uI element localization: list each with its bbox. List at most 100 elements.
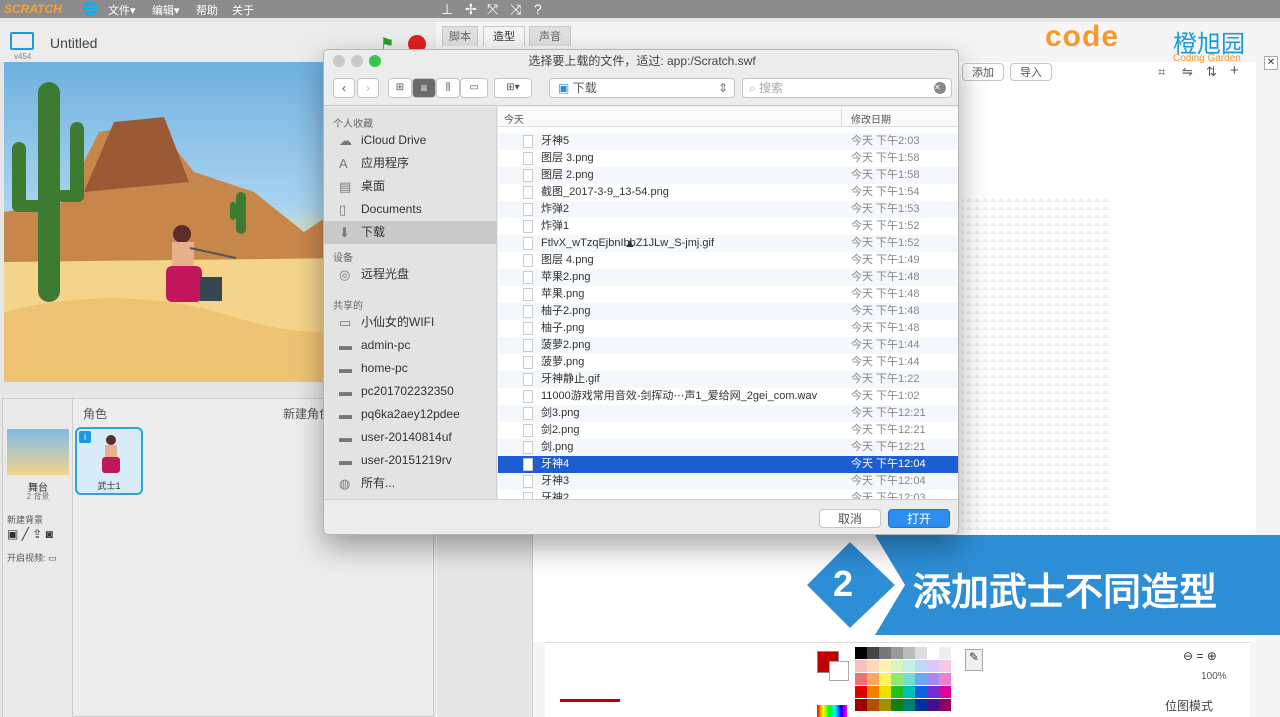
file-row[interactable]: 截图_2017-3-9_13-54.png 今天 下午1:54 bbox=[498, 184, 958, 201]
file-row[interactable]: 牙神静止.gif 今天 下午1:22 bbox=[498, 371, 958, 388]
date-column-header[interactable]: 修改日期 bbox=[851, 111, 891, 126]
info-icon[interactable]: i bbox=[79, 431, 91, 443]
color-swatch[interactable] bbox=[939, 660, 951, 672]
color-swatch[interactable] bbox=[867, 673, 879, 685]
video-toggle[interactable]: 开启视频: ▭ bbox=[7, 551, 57, 564]
color-swatch[interactable] bbox=[939, 686, 951, 698]
zoom-out-icon[interactable]: ⊖ bbox=[1183, 649, 1193, 663]
sidebar-item-documents[interactable]: ▯ Documents bbox=[324, 198, 497, 221]
color-swatch[interactable] bbox=[891, 647, 903, 659]
tab-sounds[interactable]: 声音 bbox=[529, 26, 571, 46]
backdrop-library-icon[interactable]: ▣ bbox=[7, 527, 18, 541]
sidebar-item-shared[interactable]: ▬ home-pc bbox=[324, 357, 497, 380]
color-swatch[interactable] bbox=[927, 673, 939, 685]
file-row[interactable]: 剑.png 今天 下午12:21 bbox=[498, 439, 958, 456]
add-costume-button[interactable]: 添加 bbox=[962, 63, 1004, 81]
file-row[interactable]: 牙神3 今天 下午12:04 bbox=[498, 473, 958, 490]
color-swatch[interactable] bbox=[891, 660, 903, 672]
file-row[interactable]: 炸弹2 今天 下午1:53 bbox=[498, 201, 958, 218]
color-swatch[interactable] bbox=[903, 660, 915, 672]
color-swatch[interactable] bbox=[879, 686, 891, 698]
file-row[interactable]: 菠萝.png 今天 下午1:44 bbox=[498, 354, 958, 371]
sidebar-item-shared[interactable]: ▭ 小仙女的WIFI bbox=[324, 311, 497, 334]
color-swatch[interactable] bbox=[879, 647, 891, 659]
menu-edit[interactable]: 编辑▾ bbox=[152, 2, 180, 18]
sidebar-item-remote-disc[interactable]: ◎ 远程光盘 bbox=[324, 263, 497, 286]
color-swatch[interactable] bbox=[927, 699, 939, 711]
color-swatch[interactable] bbox=[879, 660, 891, 672]
color-swatch[interactable] bbox=[879, 673, 891, 685]
sidebar-item-shared[interactable]: ▬ pc201702232350 bbox=[324, 380, 497, 403]
secondary-color-swatch[interactable] bbox=[829, 661, 849, 681]
color-swatch[interactable] bbox=[915, 647, 927, 659]
color-swatch[interactable] bbox=[867, 647, 879, 659]
color-swatch[interactable] bbox=[903, 673, 915, 685]
file-row[interactable]: FtlvX_wTzqEjbnIbbZ1JLw_S-jmj.gif 今天 下午1:5… bbox=[498, 235, 958, 252]
zoom-reset-icon[interactable]: = bbox=[1196, 649, 1203, 663]
forward-icon[interactable]: › bbox=[357, 78, 379, 98]
search-field[interactable]: ⌕ 搜索 ✕ bbox=[742, 78, 952, 98]
clear-search-icon[interactable]: ✕ bbox=[934, 82, 946, 94]
menu-help[interactable]: 帮助 bbox=[196, 2, 218, 18]
sidebar-item-desktop[interactable]: ▤ 桌面 bbox=[324, 175, 497, 198]
color-swatch[interactable] bbox=[867, 699, 879, 711]
file-row[interactable]: 柚子2.png 今天 下午1:48 bbox=[498, 303, 958, 320]
file-row[interactable]: 牙神2 今天 下午12:03 bbox=[498, 490, 958, 499]
menu-about[interactable]: 关于 bbox=[232, 2, 254, 18]
tab-scripts[interactable]: 脚本 bbox=[442, 26, 478, 46]
color-swatch[interactable] bbox=[903, 699, 915, 711]
file-row[interactable]: 图层 4.png 今天 下午1:49 bbox=[498, 252, 958, 269]
color-swatch[interactable] bbox=[867, 686, 879, 698]
color-swatch[interactable] bbox=[939, 699, 951, 711]
help-icon[interactable]: ? bbox=[534, 0, 542, 18]
close-panel-icon[interactable]: ✕ bbox=[1264, 56, 1278, 70]
cut-scissors-icon[interactable]: ✢ bbox=[465, 0, 477, 18]
sidebar-item-applications[interactable]: A 应用程序 bbox=[324, 152, 497, 175]
list-view-icon[interactable]: ≡ bbox=[412, 78, 436, 98]
sidebar-item-shared[interactable]: ▬ user-20140814uf bbox=[324, 426, 497, 449]
color-swatch[interactable] bbox=[855, 699, 867, 711]
sidebar-item-all[interactable]: ◍ 所有... bbox=[324, 472, 497, 495]
project-title[interactable]: Untitled bbox=[50, 35, 97, 51]
sidebar-item-shared[interactable]: ▬ pq6ka2aey12pdee bbox=[324, 403, 497, 426]
paint-backdrop-icon[interactable]: ╱ bbox=[22, 527, 29, 541]
file-row[interactable]: 苹果2.png 今天 下午1:48 bbox=[498, 269, 958, 286]
color-swatch[interactable] bbox=[915, 686, 927, 698]
file-row[interactable]: 图层 3.png 今天 下午1:58 bbox=[498, 150, 958, 167]
name-column-header[interactable]: 今天 bbox=[504, 111, 524, 126]
file-row[interactable]: 苹果.png 今天 下午1:48 bbox=[498, 286, 958, 303]
color-palette[interactable] bbox=[855, 647, 955, 717]
arrange-menu-icon[interactable]: ⊞▾ bbox=[494, 78, 532, 98]
file-row[interactable]: 牙神4 今天 下午12:04 bbox=[498, 456, 958, 473]
file-row[interactable]: 剑2.png 今天 下午12:21 bbox=[498, 422, 958, 439]
file-row[interactable]: 菠萝2.png 今天 下午1:44 bbox=[498, 337, 958, 354]
color-swatch[interactable] bbox=[855, 673, 867, 685]
grow-icon[interactable]: ⤧ bbox=[487, 0, 498, 18]
eyedropper-icon[interactable]: ✎ bbox=[965, 649, 983, 671]
file-row[interactable]: 图层 2.png 今天 下午1:58 bbox=[498, 167, 958, 184]
color-swatch[interactable] bbox=[915, 673, 927, 685]
duplicate-stamp-icon[interactable]: ⊥ bbox=[441, 0, 453, 18]
color-swatch[interactable] bbox=[915, 660, 927, 672]
sidebar-item-shared[interactable]: ▬ user-20151219rv bbox=[324, 449, 497, 472]
file-row[interactable]: 炸弹1 今天 下午1:52 bbox=[498, 218, 958, 235]
color-swatch[interactable] bbox=[903, 686, 915, 698]
sidebar-item-icloud[interactable]: ☁ iCloud Drive bbox=[324, 129, 497, 152]
language-globe-icon[interactable]: 🌐 bbox=[82, 1, 98, 17]
tab-costumes[interactable]: 造型 bbox=[483, 26, 525, 46]
color-swatch[interactable] bbox=[879, 699, 891, 711]
sidebar-item-shared[interactable]: ▬ admin-pc bbox=[324, 334, 497, 357]
cancel-button[interactable]: 取消 bbox=[819, 509, 881, 528]
color-swatch[interactable] bbox=[927, 660, 939, 672]
sidebar-item-downloads[interactable]: ⬇ 下载 bbox=[324, 221, 497, 244]
color-swatch[interactable] bbox=[939, 673, 951, 685]
upload-backdrop-icon[interactable]: ⇪ bbox=[32, 527, 42, 541]
icon-view-icon[interactable]: ⊞ bbox=[388, 78, 412, 98]
shrink-icon[interactable]: ⤨ bbox=[510, 0, 521, 18]
color-gradient-picker[interactable] bbox=[817, 705, 847, 717]
color-swatch[interactable] bbox=[903, 647, 915, 659]
color-swatch[interactable] bbox=[855, 647, 867, 659]
color-swatch[interactable] bbox=[891, 686, 903, 698]
file-row[interactable]: 牙神5 今天 下午2:03 bbox=[498, 133, 958, 150]
sprite-tile-samurai[interactable]: i 武士1 bbox=[75, 427, 143, 495]
